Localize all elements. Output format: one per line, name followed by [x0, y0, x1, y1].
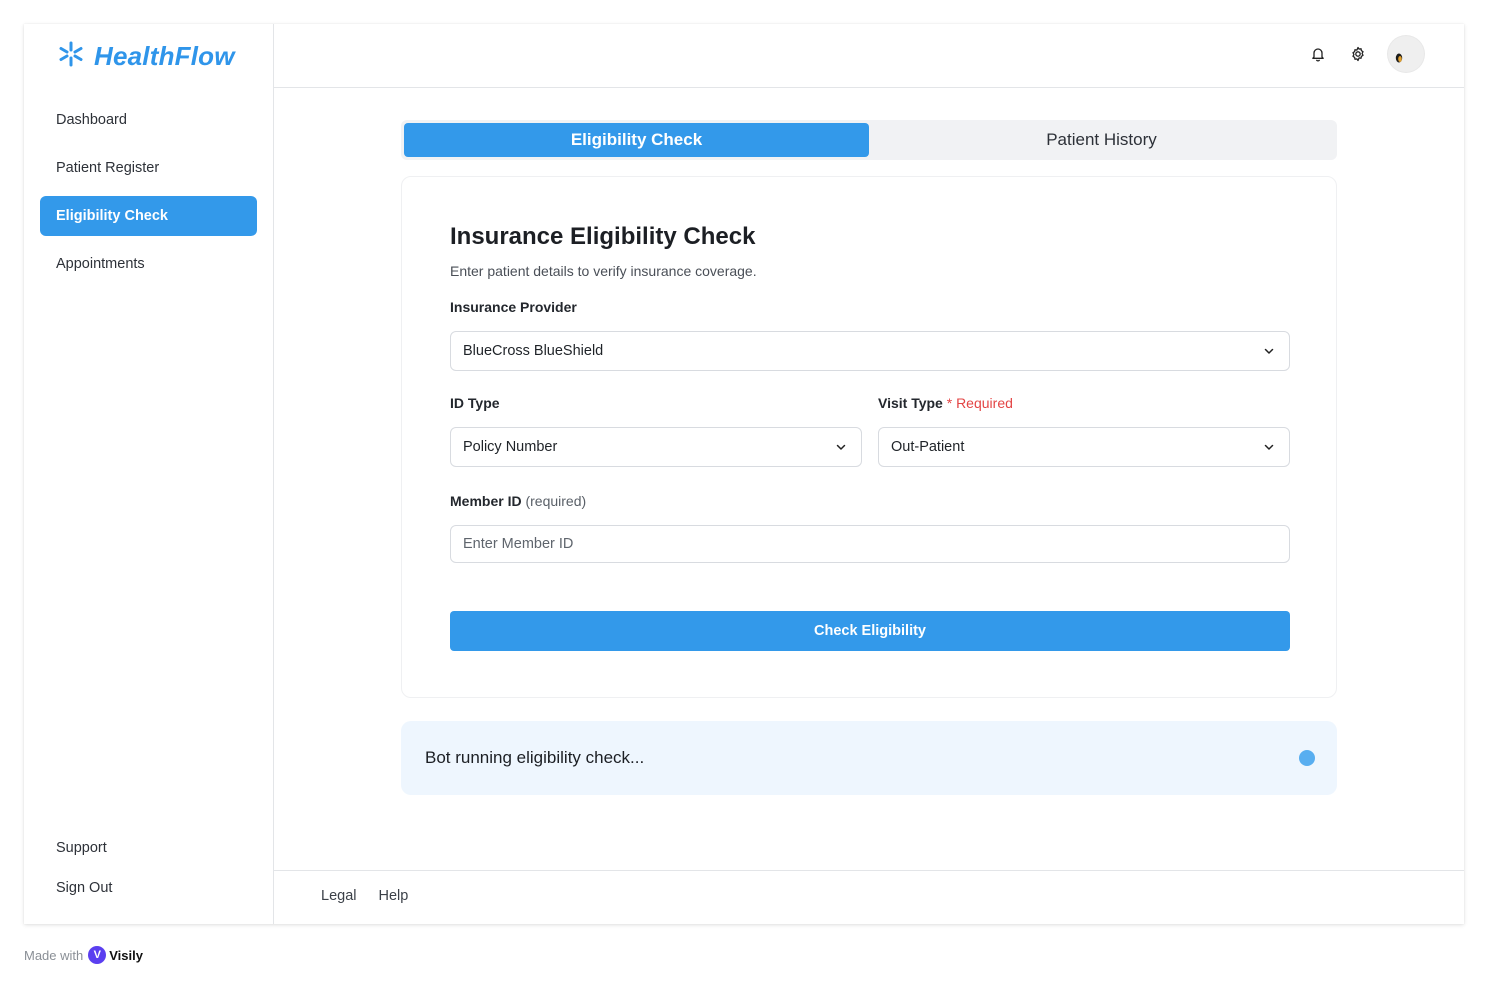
form-title: Insurance Eligibility Check	[450, 223, 756, 250]
insurance-provider-label: Insurance Provider	[450, 299, 577, 315]
asterisk-logo-icon	[58, 41, 84, 72]
gear-icon[interactable]	[1348, 44, 1368, 64]
eligibility-form-card: Insurance Eligibility Check Enter patien…	[401, 176, 1337, 698]
chevron-down-icon	[1263, 345, 1275, 361]
visily-brand-name: Visily	[109, 947, 143, 963]
sidebar-item-support[interactable]: Support	[40, 828, 257, 868]
visit-type-label: Visit Type * Required	[878, 395, 1013, 411]
footer-link-help[interactable]: Help	[378, 888, 408, 904]
top-bar	[274, 24, 1464, 88]
app-window: HealthFlow Dashboard Patient Register El…	[24, 24, 1464, 924]
status-indicator-icon	[1299, 750, 1315, 766]
form-subtitle: Enter patient details to verify insuranc…	[450, 263, 757, 279]
top-bar-actions	[1308, 36, 1424, 72]
footer-link-legal[interactable]: Legal	[321, 888, 356, 904]
id-type-label: ID Type	[450, 395, 500, 411]
required-indicator: * Required	[946, 395, 1013, 411]
footer-links: Legal Help	[321, 888, 408, 904]
sidebar-item-dashboard[interactable]: Dashboard	[40, 100, 257, 140]
insurance-provider-select[interactable]: BlueCross BlueShield	[450, 331, 1290, 371]
sidebar-item-appointments[interactable]: Appointments	[40, 244, 257, 284]
visily-logo-icon: V	[88, 946, 107, 964]
made-with-badge[interactable]: Made with V Visily	[24, 946, 143, 964]
brand-logo[interactable]: HealthFlow	[58, 40, 235, 72]
bell-icon[interactable]	[1308, 44, 1328, 64]
sidebar-bottom-nav: Support Sign Out	[40, 828, 257, 908]
sidebar: HealthFlow Dashboard Patient Register El…	[24, 24, 274, 924]
member-id-hint: (required)	[525, 493, 587, 509]
visit-type-value: Out-Patient	[891, 439, 965, 455]
chevron-down-icon	[1263, 441, 1275, 457]
made-with-text: Made with	[24, 947, 84, 963]
visit-type-select[interactable]: Out-Patient	[878, 427, 1290, 467]
status-text: Bot running eligibility check...	[425, 748, 645, 767]
member-id-label: Member ID (required)	[450, 493, 587, 509]
status-banner: Bot running eligibility check...	[401, 721, 1337, 795]
sidebar-item-sign-out[interactable]: Sign Out	[40, 868, 257, 908]
insurance-provider-value: BlueCross BlueShield	[463, 343, 604, 359]
sidebar-nav: Dashboard Patient Register Eligibility C…	[40, 100, 257, 292]
sidebar-item-patient-register[interactable]: Patient Register	[40, 148, 257, 188]
chevron-down-icon	[835, 441, 847, 457]
main-content: Eligibility Check Patient History Insura…	[274, 88, 1464, 870]
id-type-select[interactable]: Policy Number	[450, 427, 862, 467]
id-type-value: Policy Number	[463, 439, 558, 455]
user-avatar[interactable]	[1388, 36, 1424, 72]
tab-eligibility-check[interactable]: Eligibility Check	[404, 123, 869, 157]
footer: Legal Help	[274, 870, 1464, 924]
brand-name: HealthFlow	[94, 40, 235, 71]
member-id-input[interactable]	[450, 525, 1290, 563]
sidebar-item-eligibility-check[interactable]: Eligibility Check	[40, 196, 257, 236]
tab-patient-history[interactable]: Patient History	[869, 123, 1334, 157]
tab-bar: Eligibility Check Patient History	[401, 120, 1337, 160]
check-eligibility-button[interactable]: Check Eligibility	[450, 611, 1290, 651]
visily-brand: V Visily	[88, 946, 143, 964]
